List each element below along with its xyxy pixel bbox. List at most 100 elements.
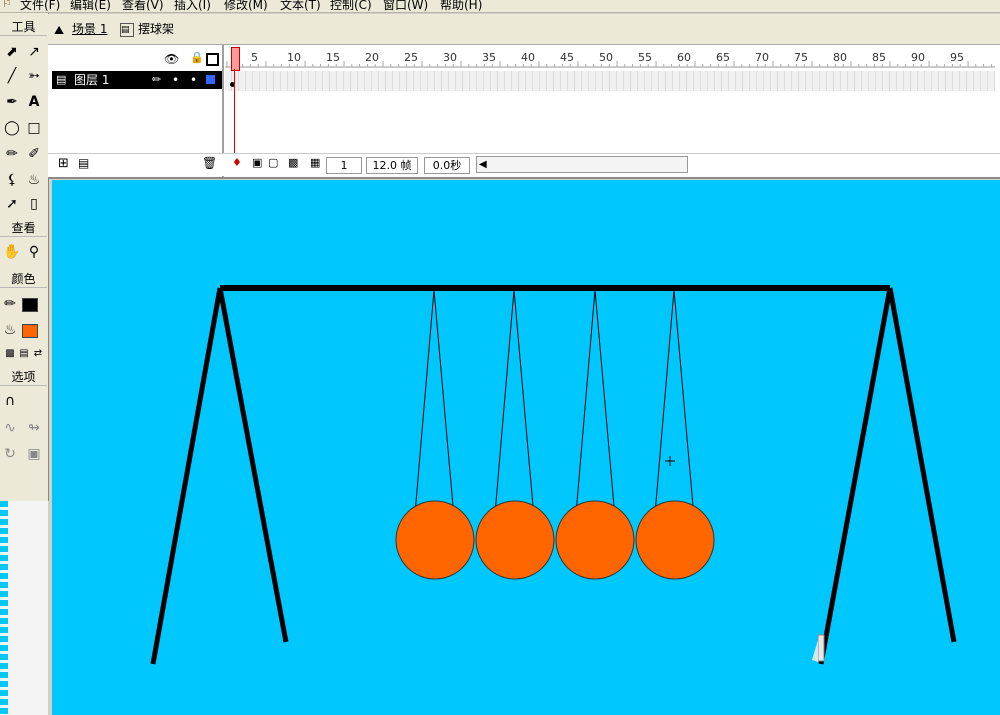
string[interactable] <box>594 289 615 507</box>
ruler-tick-label: 95 <box>950 51 964 64</box>
zoom-tool-icon[interactable]: ⚲ <box>24 241 44 263</box>
pendulum-ball[interactable] <box>475 500 555 580</box>
menu-view[interactable]: 查看(V) <box>122 0 164 12</box>
frame-right-front-leg[interactable] <box>818 287 893 665</box>
eyedropper-tool-icon[interactable]: ➚ <box>2 193 22 215</box>
newtons-cradle-drawing <box>150 285 957 665</box>
breadcrumb-scene[interactable]: ⛰ 场景 1 <box>54 20 107 38</box>
onion-skin-outlines-icon[interactable]: ▢ <box>268 156 278 169</box>
frame-right-back-leg[interactable] <box>887 287 957 643</box>
playhead-handle[interactable] <box>231 47 240 71</box>
rotate-icon[interactable]: ↻ <box>0 443 20 465</box>
pendulum-ball[interactable] <box>555 500 635 580</box>
string[interactable] <box>654 289 675 515</box>
pen-tool-icon[interactable]: ✒ <box>2 91 22 113</box>
layer-outline-color-icon[interactable] <box>206 75 215 84</box>
pendulum-ball[interactable] <box>395 500 475 580</box>
layer-frames[interactable] <box>225 71 995 91</box>
eraser-tool-icon[interactable]: ▯ <box>24 193 44 215</box>
center-frame-icon[interactable]: ♦ <box>232 156 242 169</box>
delete-layer-icon[interactable]: 🗑 <box>202 156 217 170</box>
scale-icon[interactable]: ▣ <box>24 443 44 465</box>
ruler-tick-label: 10 <box>287 51 301 64</box>
ruler-tick-label: 50 <box>599 51 613 64</box>
timeline-status-bar: ⊞ ▤ 🗑 ♦ ▣ ▢ ▩ ▦ 1 12.0 帧 0.0秒 ◀ <box>48 153 1000 176</box>
frame-left-back-leg[interactable] <box>217 287 289 643</box>
frame-left-front-leg[interactable] <box>150 287 223 665</box>
ruler-tick-label: 80 <box>833 51 847 64</box>
straighten-icon[interactable]: ↬ <box>24 417 44 439</box>
layer-visible-dot-icon[interactable]: • <box>172 71 179 89</box>
playhead[interactable] <box>231 47 240 169</box>
crosshair-cursor-icon <box>665 456 675 466</box>
fill-color-swatch[interactable] <box>22 324 38 338</box>
edit-bar: ⛰ 场景 1 ▤ 摆球架 <box>48 14 1000 45</box>
ink-bottle-tool-icon[interactable]: ⚸ <box>2 169 22 191</box>
paint-bucket-tool-icon[interactable]: ♨ <box>24 169 44 191</box>
stage-canvas[interactable] <box>52 180 1000 715</box>
string[interactable] <box>494 289 515 515</box>
hand-tool-icon[interactable]: ✋ <box>2 241 22 263</box>
menu-modify[interactable]: 修改(M) <box>224 0 268 12</box>
modify-onion-markers-icon[interactable]: ▦ <box>310 156 320 169</box>
lock-icon[interactable]: 🔒 <box>190 51 204 64</box>
onion-skin-icon[interactable]: ▣ <box>252 156 262 169</box>
add-layer-icon[interactable]: ⊞ <box>58 156 69 171</box>
swap-colors-icon[interactable]: ⇄ <box>28 343 48 365</box>
options-section-label: 选项 <box>0 369 47 386</box>
oval-tool-icon[interactable]: ◯ <box>2 117 22 139</box>
subselect-tool-icon[interactable]: ↗ <box>24 41 44 63</box>
menu-control[interactable]: 控制(C) <box>330 0 372 12</box>
toolbox: 工具 ⬈ ↗ ╱ ➳ ✒ A ◯ □ ✏ ✐ ⚸ ♨ ➚ ▯ 查看 ✋ ⚲ 颜色… <box>0 13 49 501</box>
add-guide-layer-icon[interactable]: ▤ <box>78 156 89 170</box>
string[interactable] <box>673 289 694 507</box>
snap-magnet-icon[interactable]: ∩ <box>0 390 20 412</box>
scene-icon: ⛰ <box>54 22 65 37</box>
rectangle-tool-icon[interactable]: □ <box>24 117 44 139</box>
arrow-tool-icon[interactable]: ⬈ <box>2 41 22 63</box>
outline-icon[interactable] <box>206 53 219 66</box>
ruler-tick-label: 85 <box>872 51 886 64</box>
flash-app-icon[interactable]: ⚐ <box>2 0 14 10</box>
scroll-left-arrow-icon[interactable]: ◀ <box>479 157 487 172</box>
ruler-tick-label: 20 <box>365 51 379 64</box>
string[interactable] <box>513 289 534 507</box>
pencil-tool-icon[interactable]: ✏ <box>2 143 22 165</box>
ruler-tick-label: 35 <box>482 51 496 64</box>
timeline-hscroll[interactable]: ◀ <box>476 156 688 173</box>
eye-icon[interactable]: 👁 <box>164 52 179 66</box>
lasso-tool-icon[interactable]: ➳ <box>24 65 44 87</box>
breadcrumb-symbol[interactable]: ▤ 摆球架 <box>120 20 174 38</box>
left-edge-strip <box>0 501 8 715</box>
line-tool-icon[interactable]: ╱ <box>2 65 22 87</box>
current-frame-field: 1 <box>326 157 362 174</box>
timeline-ruler[interactable]: 5 10 15 20 25 30 35 40 45 50 55 60 65 70… <box>225 47 1000 69</box>
pendulum-ball[interactable] <box>635 500 715 580</box>
stroke-color-swatch[interactable] <box>22 298 38 312</box>
string[interactable] <box>414 289 435 515</box>
brush-tool-icon[interactable]: ✐ <box>24 143 44 165</box>
menu-file[interactable]: 文件(F) <box>20 0 60 12</box>
ruler-tick-label: 30 <box>443 51 457 64</box>
menu-window[interactable]: 窗口(W) <box>383 0 428 12</box>
ruler-tick-label: 15 <box>326 51 340 64</box>
string[interactable] <box>433 289 454 507</box>
edit-multiple-frames-icon[interactable]: ▩ <box>288 156 298 169</box>
menu-help[interactable]: 帮助(H) <box>440 0 482 12</box>
ruler-tick-label: 90 <box>911 51 925 64</box>
ruler-tick-label: 5 <box>251 51 258 64</box>
menu-edit[interactable]: 编辑(E) <box>70 0 111 12</box>
ruler-tick-label: 65 <box>716 51 730 64</box>
menu-insert[interactable]: 插入(I) <box>174 0 211 12</box>
string[interactable] <box>575 289 596 515</box>
scene-label: 场景 1 <box>72 22 108 36</box>
tools-section-label: 工具 <box>0 19 47 36</box>
smooth-icon[interactable]: ∿ <box>0 417 20 439</box>
layer-row[interactable]: ▤ 图层 1 ✏ • • <box>52 71 222 89</box>
fill-color-bucket-icon: ♨ <box>3 322 17 338</box>
menu-text[interactable]: 文本(T) <box>280 0 321 12</box>
layer-lock-dot-icon[interactable]: • <box>190 71 197 89</box>
text-tool-icon[interactable]: A <box>24 91 44 113</box>
frame-rate-field[interactable]: 12.0 帧 <box>366 157 418 174</box>
menu-bar: ⚐ 文件(F) 编辑(E) 查看(V) 插入(I) 修改(M) 文本(T) 控制… <box>0 0 1000 13</box>
